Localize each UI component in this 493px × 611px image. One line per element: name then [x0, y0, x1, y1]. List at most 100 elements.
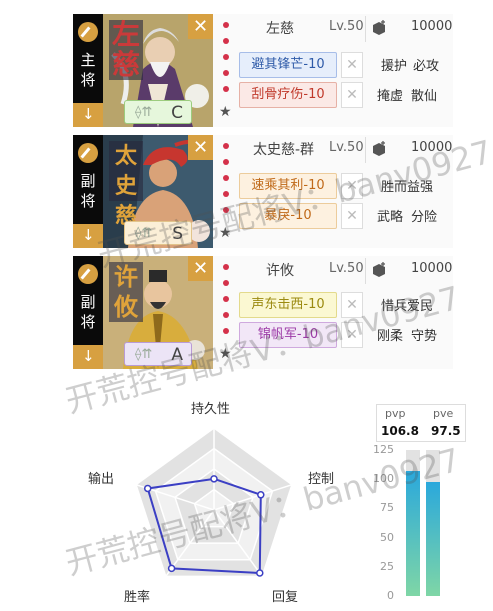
- arrow-down-icon[interactable]: [73, 103, 103, 127]
- divider: [365, 137, 366, 163]
- skill-slot-2[interactable]: 锦帆军-10: [239, 322, 337, 348]
- grade-letter: C: [171, 103, 183, 123]
- watermark: 开荒控号配将V：banv0927: [61, 440, 465, 583]
- pvp-pve-tooltip: pvp pve 106.8 97.5: [376, 404, 466, 442]
- close-button[interactable]: ✕: [188, 14, 213, 39]
- radar-ring-4: [135, 427, 293, 578]
- remove-skill-button[interactable]: ✕: [341, 322, 363, 348]
- skill-slot-2[interactable]: 暴戾-10: [239, 203, 337, 229]
- divider: [365, 16, 366, 42]
- y-tick-label: 0: [387, 589, 394, 602]
- trait: 武略: [377, 210, 404, 225]
- pve-bar-track: [426, 450, 440, 596]
- brush-icon[interactable]: [78, 264, 98, 284]
- pvp-bar: [406, 471, 420, 596]
- brush-icon[interactable]: [78, 143, 98, 163]
- general-cost: 10000: [411, 261, 453, 276]
- remove-skill-button[interactable]: ✕: [341, 292, 363, 318]
- pvp-bar-track: [406, 450, 420, 596]
- skill-slot-1[interactable]: 声东击西-10: [239, 292, 337, 318]
- role-label: 副将: [80, 172, 96, 210]
- trait: 援护: [381, 59, 408, 74]
- name-plate: 许攸: [109, 262, 143, 322]
- name-plate: 左慈: [109, 20, 143, 80]
- radar-point: [167, 564, 176, 573]
- radar-label-endurance: 持久性: [191, 402, 231, 417]
- radar-label-control: 控制: [308, 472, 335, 487]
- remove-skill-button[interactable]: ✕: [341, 203, 363, 229]
- radar-series: [146, 477, 262, 575]
- pve-label: pve: [433, 407, 454, 420]
- radar-label-recovery: 回复: [272, 590, 299, 605]
- radar-point: [143, 484, 152, 493]
- arrow-down-icon[interactable]: [73, 345, 103, 369]
- star-icon[interactable]: ★: [219, 225, 232, 241]
- trait: 分险: [411, 210, 438, 225]
- radar-ring-1: [193, 488, 235, 528]
- cube-plus-icon: [373, 262, 385, 277]
- radar-spoke: [135, 483, 215, 511]
- y-tick-label: 50: [380, 530, 394, 544]
- trait: 惜兵爱民: [381, 299, 434, 314]
- skill-slot-1[interactable]: 避其锋芒-10: [239, 52, 337, 78]
- role-label: 副将: [80, 293, 96, 331]
- remove-skill-button[interactable]: ✕: [341, 82, 363, 108]
- grade-badge: ⟠⇈ A: [124, 342, 192, 366]
- radar-spoke: [213, 483, 293, 511]
- trait: 必攻: [413, 59, 440, 74]
- radar-label-output: 输出: [88, 472, 115, 487]
- grade-badge: ⟠⇈ C: [124, 100, 192, 124]
- general-portrait[interactable]: 太史慈 副将 ✕ ⟠⇈ S: [73, 135, 213, 248]
- close-button[interactable]: ✕: [188, 256, 213, 281]
- close-button[interactable]: ✕: [188, 135, 213, 160]
- cube-plus-icon: [373, 20, 385, 35]
- radar-spoke: [213, 509, 263, 577]
- general-portrait[interactable]: 许攸 副将 ✕ ⟠⇈ A: [73, 256, 213, 369]
- general-name: 许攸: [266, 263, 294, 279]
- role-strip: 副将: [73, 135, 103, 248]
- role-strip: 主将: [73, 14, 103, 127]
- red-dots: [223, 22, 229, 102]
- radar-point: [257, 491, 265, 499]
- arrow-down-icon[interactable]: [73, 224, 103, 248]
- radar-label-winrate: 胜率: [124, 590, 151, 605]
- general-card-2[interactable]: 太史慈 副将 ✕ ⟠⇈ S ★ 太史慈-群 Lv.50 10000 速乘其利-1…: [73, 135, 453, 248]
- general-card-3[interactable]: 许攸 副将 ✕ ⟠⇈ A ★ 许攸 Lv.50 10000 声东击西-10 ✕ …: [73, 256, 453, 369]
- pve-value: 97.5: [431, 424, 461, 438]
- grade-arrows-icon: ⟠⇈: [135, 226, 153, 241]
- general-level: Lv.50: [329, 19, 364, 34]
- trait: 刚柔: [377, 329, 404, 344]
- y-tick-label: 75: [380, 501, 394, 515]
- radar-ring-2: [174, 468, 254, 544]
- name-plate: 太史慈: [109, 141, 143, 229]
- trait: 守势: [411, 329, 438, 344]
- skill-slot-2[interactable]: 刮骨疗伤-10: [239, 82, 337, 108]
- remove-skill-button[interactable]: ✕: [341, 173, 363, 199]
- general-card-1[interactable]: 左慈 主将 ✕ ⟠⇈ C ★ 左慈 Lv.50 10000 避其锋芒-10 ✕ …: [73, 14, 453, 127]
- skill-slot-1[interactable]: 速乘其利-10: [239, 173, 337, 199]
- y-tick-label: 125: [373, 443, 394, 456]
- general-cost: 10000: [411, 140, 453, 155]
- general-name: 左慈: [266, 21, 294, 37]
- grade-letter: S: [172, 224, 183, 244]
- grade-arrows-icon: ⟠⇈: [135, 347, 153, 362]
- star-icon[interactable]: ★: [219, 104, 232, 120]
- radar-spoke: [165, 509, 215, 577]
- general-portrait[interactable]: 左慈 主将 ✕ ⟠⇈ C: [73, 14, 213, 127]
- general-level: Lv.50: [329, 140, 364, 155]
- remove-skill-button[interactable]: ✕: [341, 52, 363, 78]
- pve-bar: [426, 482, 440, 596]
- y-tick-label: 25: [380, 559, 394, 573]
- grade-badge: ⟠⇈ S: [124, 221, 192, 245]
- pvp-label: pvp: [385, 407, 406, 420]
- grade-arrows-icon: ⟠⇈: [135, 105, 153, 120]
- role-strip: 副将: [73, 256, 103, 369]
- trait: 胜而益强: [381, 180, 434, 195]
- role-label: 主将: [80, 51, 96, 89]
- general-level: Lv.50: [329, 261, 364, 276]
- general-cost: 10000: [411, 19, 453, 34]
- radar-point: [256, 569, 264, 577]
- star-icon[interactable]: ★: [219, 346, 232, 362]
- trait: 掩虚: [377, 89, 404, 104]
- brush-icon[interactable]: [78, 22, 98, 42]
